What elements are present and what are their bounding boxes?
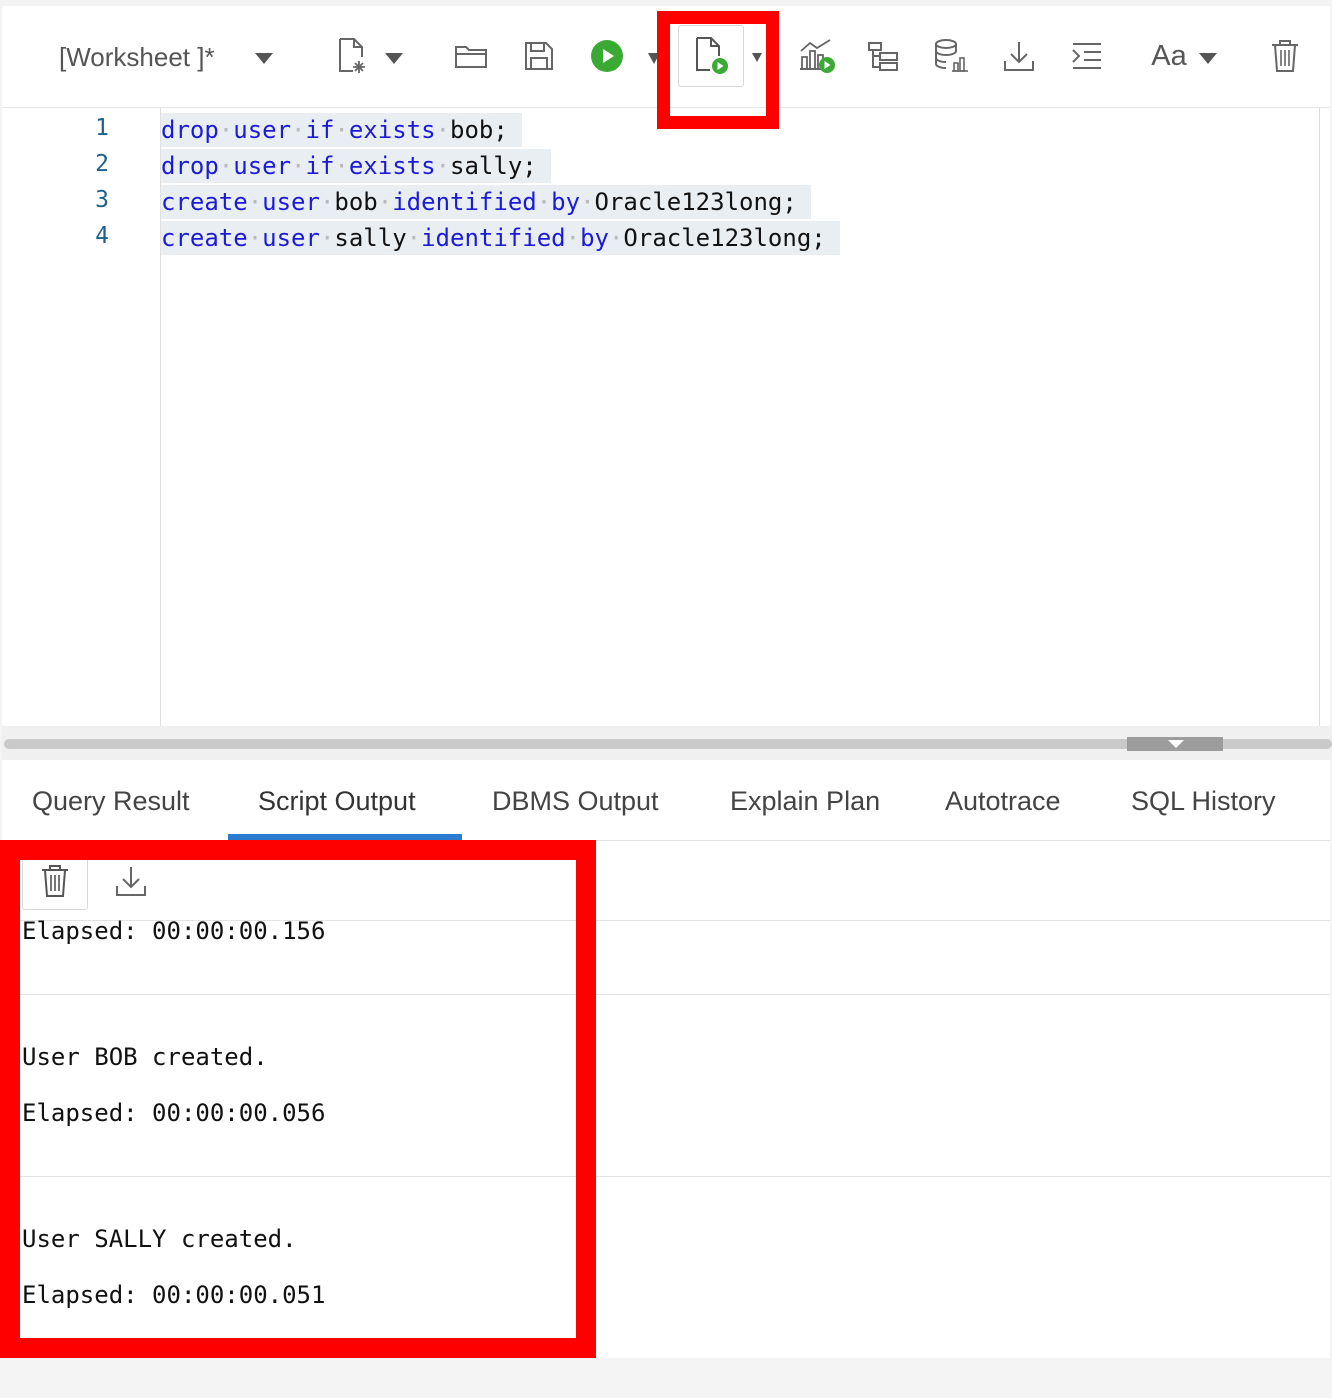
explain-plan-icon[interactable] — [863, 36, 903, 76]
worksheet-title[interactable]: [Worksheet ]* — [59, 42, 215, 73]
run-statement-icon[interactable] — [587, 36, 627, 76]
sql-keyword: user — [262, 224, 320, 252]
sql-editor[interactable]: drop·user·if·exists·bob; drop·user·if·exi… — [161, 108, 1319, 726]
sql-keyword: by — [580, 224, 609, 252]
sql-worksheet: [Worksheet ]* Aa 1 2 3 4 drop·user·if·ex… — [0, 6, 1332, 1358]
whitespace-marker: · — [565, 224, 581, 252]
sql-keyword: exists — [348, 152, 436, 180]
sql-keyword: exists — [348, 116, 436, 144]
line-number: 1 — [95, 115, 109, 141]
sql-token: Oracle123long; — [623, 224, 826, 252]
new-file-chevron-down-icon[interactable] — [385, 53, 403, 64]
line-number: 3 — [95, 187, 109, 213]
worksheet-menu-chevron-down-icon[interactable] — [255, 53, 273, 64]
whitespace-marker: · — [319, 188, 335, 216]
new-file-icon[interactable] — [332, 36, 372, 76]
whitespace-marker: · — [435, 116, 451, 144]
sql-token: sally — [334, 224, 407, 252]
code-line[interactable]: create·user·sally·identified·by·Oracle12… — [161, 221, 840, 255]
download-icon — [116, 867, 146, 896]
active-tab-indicator — [228, 834, 462, 840]
whitespace-marker: · — [218, 152, 234, 180]
whitespace-marker: · — [580, 188, 595, 216]
output-line: Elapsed: 00:00:00.156 — [22, 917, 326, 945]
code-line[interactable]: drop·user·if·exists·bob; — [161, 113, 522, 147]
worksheet-toolbar: [Worksheet ]* Aa — [2, 6, 1330, 108]
sql-keyword: by — [551, 188, 581, 216]
whitespace-marker: · — [406, 224, 422, 252]
whitespace-marker: · — [291, 116, 306, 144]
tab-sql-history[interactable]: SQL History — [1131, 786, 1276, 817]
download-output-button[interactable] — [98, 852, 164, 910]
sql-token: Oracle123long; — [594, 188, 797, 216]
sql-keyword: identified — [421, 224, 566, 252]
whitespace-marker: · — [608, 224, 624, 252]
tab-explain-plan[interactable]: Explain Plan — [730, 786, 880, 817]
sql-keyword: create — [161, 188, 248, 216]
sql-token: sally; — [450, 152, 537, 180]
sql-keyword: identified — [392, 188, 537, 216]
tab-dbms-output[interactable]: DBMS Output — [492, 786, 659, 817]
output-line: User BOB created. — [22, 1043, 268, 1071]
sql-keyword: drop — [161, 152, 219, 180]
whitespace-marker: · — [377, 188, 393, 216]
whitespace-marker: · — [247, 224, 263, 252]
run-script-icon — [696, 37, 728, 74]
whitespace-marker: · — [334, 152, 349, 180]
font-chevron-down-icon[interactable] — [1199, 53, 1217, 64]
sql-token: bob — [334, 188, 378, 216]
output-tabs: Query Result Script Output DBMS Output E… — [2, 764, 1330, 841]
font-icon[interactable]: Aa — [1144, 36, 1194, 76]
line-number: 4 — [95, 223, 109, 249]
whitespace-marker: · — [536, 188, 552, 216]
open-folder-icon[interactable] — [451, 36, 491, 76]
whitespace-marker: · — [334, 116, 349, 144]
sql-keyword: if — [305, 116, 335, 144]
sql-token: bob; — [450, 116, 508, 144]
tab-autotrace[interactable]: Autotrace — [945, 786, 1061, 817]
line-number-gutter: 1 2 3 4 — [2, 108, 161, 726]
code-line[interactable]: drop·user·if·exists·sally; — [161, 149, 551, 183]
whitespace-marker: · — [218, 116, 234, 144]
download-icon[interactable] — [999, 36, 1039, 76]
whitespace-marker: · — [319, 224, 335, 252]
tab-script-output[interactable]: Script Output — [258, 786, 416, 817]
sql-keyword: user — [262, 188, 320, 216]
save-icon[interactable] — [519, 36, 559, 76]
run-script-chevron-down-icon[interactable] — [752, 53, 762, 62]
whitespace-marker: · — [247, 188, 263, 216]
output-line: Elapsed: 00:00:00.051 — [22, 1281, 326, 1309]
run-script-button[interactable] — [678, 25, 744, 87]
output-line: User SALLY created. — [22, 1225, 297, 1253]
trash-icon[interactable] — [1265, 36, 1305, 76]
whitespace-marker: · — [291, 152, 306, 180]
editor-right-margin — [1319, 108, 1320, 726]
tab-query-result[interactable]: Query Result — [32, 786, 190, 817]
sql-keyword: if — [305, 152, 335, 180]
run-statement-chevron-down-icon[interactable] — [648, 53, 660, 64]
database-chart-icon[interactable] — [931, 36, 971, 76]
sql-keyword: user — [233, 116, 292, 144]
format-indent-icon[interactable] — [1067, 36, 1107, 76]
output-separator — [2, 994, 1330, 995]
pane-splitter[interactable] — [2, 726, 1332, 760]
sql-keyword: user — [233, 152, 292, 180]
code-line[interactable]: create·user·bob·identified·by·Oracle123l… — [161, 185, 811, 219]
clear-output-button[interactable] — [22, 852, 88, 910]
output-line: Elapsed: 00:00:00.056 — [22, 1099, 326, 1127]
trash-icon — [42, 865, 68, 897]
whitespace-marker: · — [435, 152, 451, 180]
sql-keyword: create — [161, 224, 248, 252]
line-number: 2 — [95, 151, 109, 177]
sql-tuning-icon[interactable] — [798, 36, 838, 76]
sql-keyword: drop — [161, 116, 219, 144]
collapse-chevron-down-icon[interactable] — [1168, 740, 1184, 748]
output-separator — [2, 1176, 1330, 1177]
